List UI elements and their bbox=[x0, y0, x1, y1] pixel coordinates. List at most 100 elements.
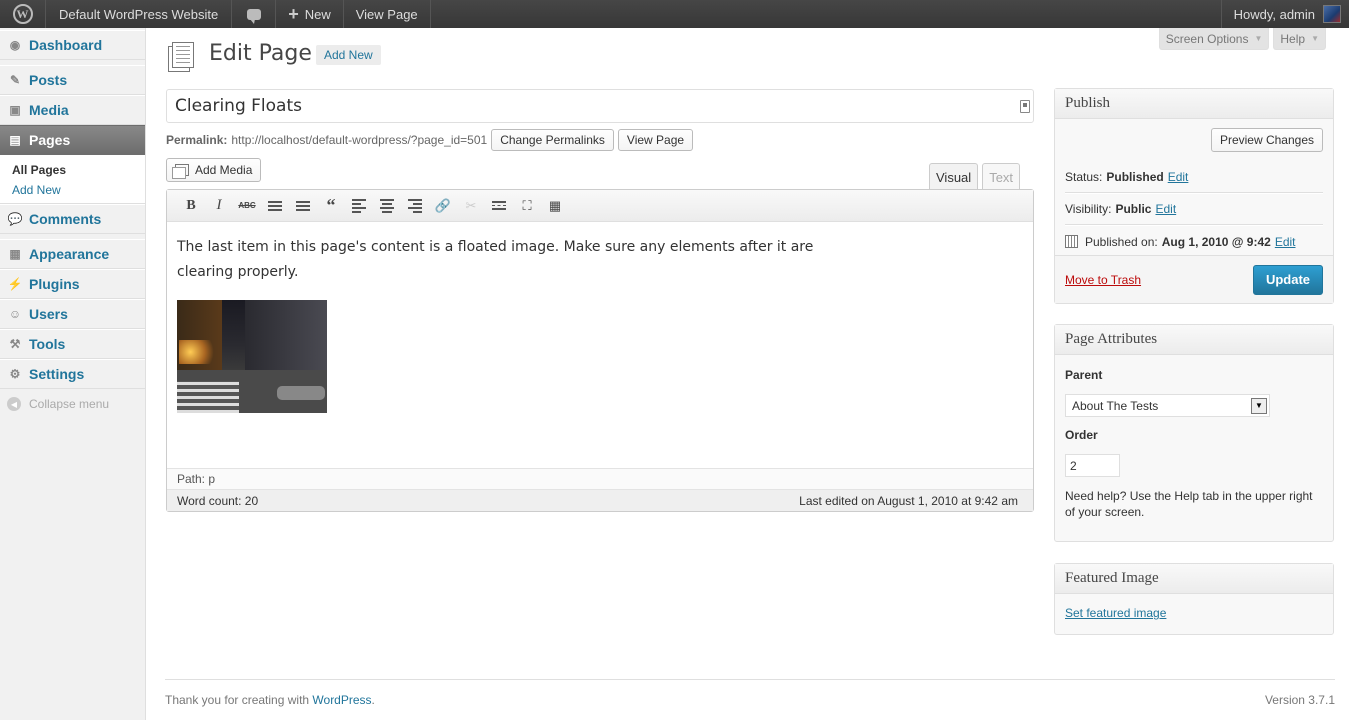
plus-icon: + bbox=[288, 3, 299, 24]
screen-options-button[interactable]: Screen Options ▼ bbox=[1158, 28, 1270, 50]
collapse-arrow-icon: ◀ bbox=[7, 397, 21, 411]
users-icon: ☺ bbox=[8, 307, 22, 321]
menu-item-media[interactable]: ▣ Media bbox=[0, 95, 145, 125]
comments-link[interactable] bbox=[232, 0, 277, 28]
submenu-add-new[interactable]: Add New bbox=[0, 180, 145, 200]
insert-link-button[interactable]: 🔗 bbox=[429, 194, 457, 218]
pin-icon: ✎ bbox=[9, 73, 21, 87]
move-to-trash-link[interactable]: Move to Trash bbox=[1065, 273, 1141, 287]
calendar-icon bbox=[1065, 235, 1078, 248]
align-left-button[interactable] bbox=[345, 194, 373, 218]
numbered-list-button[interactable] bbox=[289, 194, 317, 218]
menu-item-posts[interactable]: ✎ Posts bbox=[0, 65, 145, 95]
align-left-icon bbox=[352, 198, 366, 213]
status-value: Published bbox=[1106, 169, 1164, 184]
content-paragraph-line: The last item in this page's content is … bbox=[177, 239, 814, 255]
bullet-list-icon bbox=[268, 200, 282, 211]
tools-icon: ⚒ bbox=[9, 337, 21, 351]
align-center-icon bbox=[380, 198, 394, 213]
order-input[interactable]: 2 bbox=[1065, 454, 1120, 477]
admin-menu: ◉ Dashboard ✎ Posts ▣ Media ▤ Pages All Page… bbox=[0, 28, 146, 720]
view-page-link[interactable]: View Page bbox=[344, 0, 431, 28]
change-permalinks-button[interactable]: Change Permalinks bbox=[491, 129, 614, 151]
menu-item-pages[interactable]: ▤ Pages bbox=[0, 125, 145, 155]
update-button[interactable]: Update bbox=[1252, 264, 1323, 295]
edit-visibility-link[interactable]: Edit bbox=[1155, 202, 1176, 216]
blockquote-button[interactable]: “ bbox=[317, 194, 345, 218]
add-media-label: Add Media bbox=[195, 163, 253, 177]
view-page-button[interactable]: View Page bbox=[617, 129, 694, 151]
floated-image[interactable] bbox=[177, 300, 327, 413]
add-new-page-button[interactable]: Add New bbox=[316, 45, 381, 65]
menu-item-tools[interactable]: ⚒ Tools bbox=[0, 329, 145, 359]
help-button[interactable]: Help ▼ bbox=[1273, 28, 1326, 50]
fullscreen-button[interactable]: ⛶ bbox=[513, 194, 541, 218]
collapse-menu-button[interactable]: ◀ Collapse menu bbox=[0, 397, 145, 411]
menu-item-settings[interactable]: ⚙ Settings bbox=[0, 359, 145, 389]
last-edited: Last edited on August 1, 2010 at 9:42 am bbox=[799, 493, 1018, 508]
italic-button[interactable]: I bbox=[205, 194, 233, 218]
post-title-field[interactable] bbox=[166, 89, 1034, 123]
editor-path: Path: p bbox=[167, 469, 1033, 490]
parent-selected-value: About The Tests bbox=[1072, 398, 1159, 413]
publish-box-title: Publish bbox=[1055, 89, 1333, 119]
avatar bbox=[1323, 5, 1341, 23]
set-featured-image-link[interactable]: Set featured image bbox=[1065, 606, 1166, 620]
publish-box: Publish Preview Changes Status: Published… bbox=[1054, 88, 1334, 304]
my-account-menu[interactable]: Howdy, admin bbox=[1220, 0, 1349, 28]
menu-item-appearance[interactable]: ▦ Appearance bbox=[0, 239, 145, 269]
edit-pages-icon bbox=[166, 40, 196, 72]
footer-thanks-text: Thank you for creating with bbox=[165, 693, 313, 707]
parent-select[interactable]: About The Tests ▼ bbox=[1065, 394, 1270, 417]
visibility-row: Visibility: Public Edit bbox=[1065, 193, 1323, 225]
published-on-label: Published on: bbox=[1085, 234, 1158, 249]
menu-label: Plugins bbox=[29, 276, 80, 292]
editor-content[interactable]: The last item in this page's content is … bbox=[167, 222, 1033, 469]
visibility-value: Public bbox=[1115, 202, 1152, 216]
wordpress-logo-icon[interactable]: W bbox=[0, 0, 46, 28]
edit-status-link[interactable]: Edit bbox=[1168, 170, 1189, 184]
unlink-button[interactable]: ✂ bbox=[457, 194, 485, 218]
visibility-label: Visibility: bbox=[1065, 202, 1112, 216]
comment-bubble-icon bbox=[246, 8, 261, 24]
edit-timestamp-link[interactable]: Edit bbox=[1275, 235, 1296, 249]
add-media-button[interactable]: Add Media bbox=[166, 158, 262, 182]
new-label: New bbox=[304, 6, 331, 22]
post-title-input[interactable] bbox=[167, 90, 1033, 122]
submenu-all-pages[interactable]: All Pages bbox=[0, 160, 145, 180]
kitchen-sink-button[interactable]: ▦ bbox=[541, 194, 569, 218]
editor-toolbar: B I ABC “ 🔗 ✂ ⛶ ▦ bbox=[167, 190, 1033, 222]
align-right-button[interactable] bbox=[401, 194, 429, 218]
menu-label: Tools bbox=[29, 336, 66, 352]
status-row: Status: Published Edit bbox=[1065, 161, 1323, 193]
menu-label: Posts bbox=[29, 72, 68, 88]
menu-item-dashboard[interactable]: ◉ Dashboard bbox=[0, 30, 145, 60]
new-content-menu[interactable]: + New bbox=[276, 0, 344, 28]
add-media-icon bbox=[172, 164, 189, 179]
menu-item-comments[interactable]: 💬 Comments bbox=[0, 204, 145, 234]
permalink-url: http://localhost/default-wordpress/?page… bbox=[231, 133, 488, 147]
menu-item-users[interactable]: ☺ Users bbox=[0, 299, 145, 329]
dashboard-icon: ◉ bbox=[9, 38, 21, 52]
bullet-list-button[interactable] bbox=[261, 194, 289, 218]
strikethrough-button[interactable]: ABC bbox=[233, 194, 261, 218]
insert-more-button[interactable] bbox=[485, 194, 513, 218]
content-editor: B I ABC “ 🔗 ✂ ⛶ ▦ The last item in this … bbox=[166, 189, 1034, 512]
settings-icon: ⚙ bbox=[9, 367, 21, 381]
footer-period: . bbox=[371, 693, 375, 707]
align-center-button[interactable] bbox=[373, 194, 401, 218]
menu-item-plugins[interactable]: ⚡ Plugins bbox=[0, 269, 145, 299]
fullscreen-icon: ⛶ bbox=[522, 197, 532, 213]
bold-button[interactable]: B bbox=[177, 194, 205, 218]
preview-changes-button[interactable]: Preview Changes bbox=[1210, 128, 1323, 152]
pages-icon: ▤ bbox=[9, 133, 21, 147]
read-more-icon bbox=[492, 201, 506, 210]
site-name-link[interactable]: Default WordPress Website bbox=[46, 0, 233, 28]
editor-statusbar: Path: p Word count: 20 Last edited on Au… bbox=[167, 468, 1033, 511]
tab-text[interactable]: Text bbox=[982, 163, 1021, 190]
help-text: Need help? Use the Help tab in the upper… bbox=[1065, 489, 1313, 519]
word-count: Word count: 20 bbox=[177, 493, 259, 508]
tab-visual[interactable]: Visual bbox=[929, 163, 979, 190]
wordpress-link[interactable]: WordPress bbox=[312, 693, 371, 707]
media-icon: ▣ bbox=[9, 103, 21, 117]
